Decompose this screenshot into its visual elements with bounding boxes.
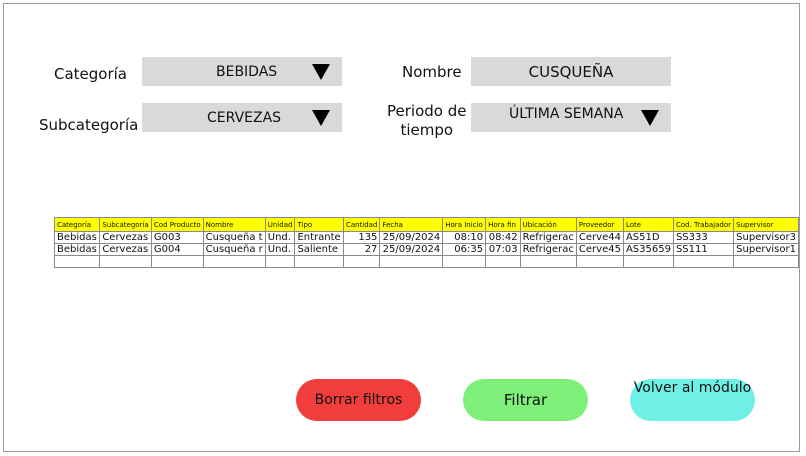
borrar-filtros-button[interactable]: Borrar filtros <box>296 379 421 421</box>
periodo-label: Periodo de tiempo <box>387 102 466 140</box>
column-header[interactable]: Nombre <box>202 217 266 232</box>
table-cell: 06:35 <box>442 243 487 256</box>
table-cell: AS35659 <box>622 243 674 256</box>
table-cell: Und. <box>264 231 296 244</box>
table-cell <box>519 255 577 268</box>
subcategoria-value: CERVEZAS <box>207 109 282 126</box>
table-cell <box>379 255 444 268</box>
table-cell: 25/09/2024 <box>379 231 444 244</box>
volver-modulo-label: Volver al módulo <box>633 380 752 396</box>
table-cell: 135 <box>342 231 381 244</box>
table-cell <box>342 255 381 268</box>
column-header[interactable]: Categoría <box>53 217 101 232</box>
table-cell: SS111 <box>672 243 735 256</box>
table-cell: Cusqueña t <box>202 231 266 244</box>
subcategoria-label: Subcategoría <box>39 116 139 134</box>
table-cell: G003 <box>150 231 204 244</box>
table-row[interactable]: Bebidas Cervezas G003 Cusqueña t Und. En… <box>53 231 799 244</box>
table-cell: Refrigerac <box>519 243 577 256</box>
categoria-select[interactable]: BEBIDAS <box>142 57 342 86</box>
table-cell <box>485 255 521 268</box>
table-cell: 25/09/2024 <box>379 243 444 256</box>
column-header[interactable]: Subcategoría <box>99 217 152 232</box>
column-header[interactable]: Hora fin <box>485 217 521 232</box>
column-header[interactable]: Proveedor <box>575 217 624 232</box>
table-cell: AS51D <box>622 231 674 244</box>
column-header[interactable]: Cantidad <box>342 217 381 232</box>
table-cell: Bebidas <box>53 243 101 256</box>
table-cell: 08:42 <box>485 231 521 244</box>
table-cell: Cervezas <box>99 243 152 256</box>
table-cell <box>202 255 266 268</box>
table-cell: Cerve45 <box>575 243 624 256</box>
table-cell: G004 <box>150 243 204 256</box>
table-cell <box>733 255 799 268</box>
table-cell: 08:10 <box>442 231 487 244</box>
table-cell: SS333 <box>672 231 735 244</box>
nombre-value: CUSQUEÑA <box>528 62 614 81</box>
categoria-value: BEBIDAS <box>216 63 278 80</box>
column-header[interactable]: Cod. Trabajador <box>672 217 735 232</box>
table-cell <box>575 255 624 268</box>
table-cell: Cusqueña r <box>202 243 266 256</box>
filtrar-label: Filtrar <box>503 391 548 409</box>
nombre-label: Nombre <box>402 63 462 81</box>
column-header[interactable]: Cod Producto <box>150 217 204 232</box>
results-table: Categoría Subcategoría Cod Producto Nomb… <box>53 217 799 268</box>
periodo-label-line1: Periodo de <box>387 102 467 120</box>
table-cell: Entrante <box>294 231 344 244</box>
table-row-empty <box>53 255 799 268</box>
app-window: Categoría BEBIDAS Subcategoría CERVEZAS … <box>3 3 800 452</box>
column-header[interactable]: Unidad <box>264 217 296 232</box>
table-cell: Saliente <box>294 243 344 256</box>
table-cell <box>294 255 344 268</box>
table-cell <box>672 255 735 268</box>
column-header[interactable]: Supervisor <box>733 217 799 232</box>
table-cell <box>150 255 204 268</box>
table-cell: 07:03 <box>485 243 521 256</box>
table-row[interactable]: Bebidas Cervezas G004 Cusqueña r Und. Sa… <box>53 243 799 256</box>
table-header-row: Categoría Subcategoría Cod Producto Nomb… <box>53 217 799 232</box>
table-cell: 27 <box>342 243 381 256</box>
table-cell <box>99 255 152 268</box>
borrar-filtros-label: Borrar filtros <box>314 392 403 408</box>
table-cell <box>53 255 101 268</box>
column-header[interactable]: Hora Inicio <box>442 217 487 232</box>
chevron-down-icon <box>641 110 659 126</box>
table-cell: Supervisor1 <box>733 243 799 256</box>
column-header[interactable]: Tipo <box>294 217 344 232</box>
subcategoria-select[interactable]: CERVEZAS <box>142 103 342 132</box>
table-cell: Und. <box>264 243 296 256</box>
table-cell: Supervisor3 <box>733 231 799 244</box>
chevron-down-icon <box>312 64 330 80</box>
table-cell: Cerve44 <box>575 231 624 244</box>
column-header[interactable]: Lote <box>622 217 674 232</box>
table-cell <box>264 255 296 268</box>
table-cell: Bebidas <box>53 231 101 244</box>
nombre-input[interactable]: CUSQUEÑA <box>471 57 671 86</box>
column-header[interactable]: Fecha <box>379 217 444 232</box>
categoria-label: Categoría <box>54 65 128 83</box>
periodo-select[interactable]: ÚLTIMA SEMANA <box>471 103 671 132</box>
periodo-value: ÚLTIMA SEMANA <box>509 106 624 122</box>
table-cell <box>622 255 674 268</box>
periodo-label-line2: tiempo <box>400 121 454 139</box>
table-cell: Refrigerac <box>519 231 577 244</box>
table-cell <box>442 255 487 268</box>
column-header[interactable]: Ubicación <box>519 217 577 232</box>
volver-modulo-button[interactable]: Volver al módulo <box>630 379 755 421</box>
table-cell: Cervezas <box>99 231 152 244</box>
chevron-down-icon <box>312 110 330 126</box>
filtrar-button[interactable]: Filtrar <box>463 379 588 421</box>
